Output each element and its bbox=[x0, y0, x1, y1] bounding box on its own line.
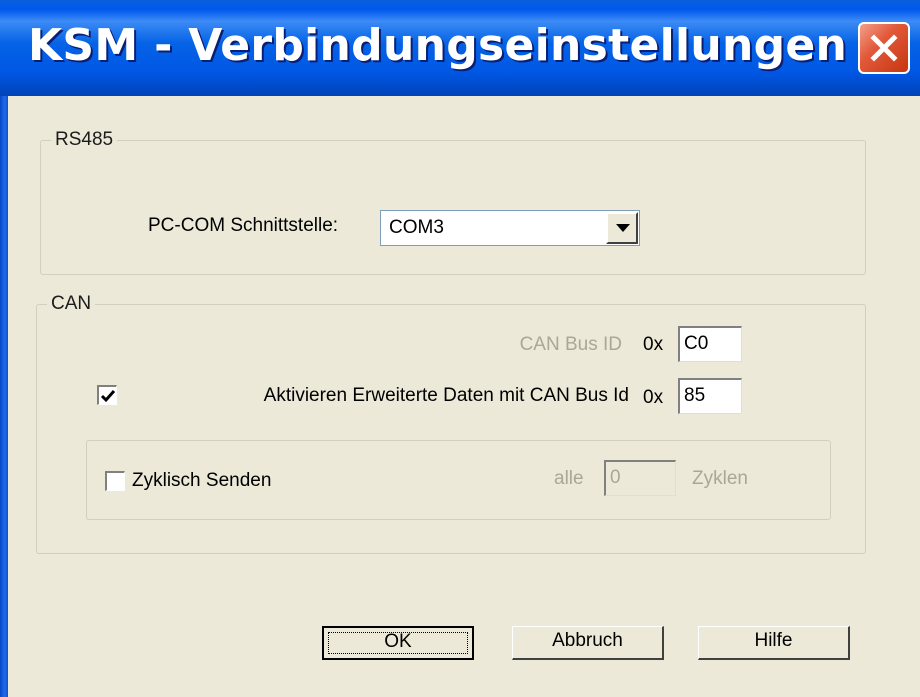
extended-id-input[interactable]: 85 bbox=[678, 378, 742, 414]
every-label: alle bbox=[554, 468, 584, 489]
com-port-value: COM3 bbox=[389, 217, 444, 238]
can-bus-id-prefix: 0x bbox=[643, 334, 664, 355]
close-button[interactable] bbox=[858, 22, 910, 74]
extended-data-checkbox[interactable] bbox=[97, 385, 117, 405]
cyclic-send-label: Zyklisch Senden bbox=[132, 470, 272, 491]
chevron-down-icon bbox=[616, 224, 630, 232]
cancel-button[interactable]: Abbruch bbox=[512, 626, 664, 660]
can-legend: CAN bbox=[47, 292, 96, 316]
help-button-label: Hilfe bbox=[754, 630, 793, 651]
cancel-button-label: Abbruch bbox=[552, 630, 623, 651]
window-frame-left bbox=[0, 96, 8, 697]
cycles-label: Zyklen bbox=[692, 468, 748, 489]
close-icon bbox=[870, 34, 898, 62]
extended-data-label: Aktivieren Erweiterte Daten mit CAN Bus … bbox=[263, 385, 629, 406]
focus-rectangle bbox=[328, 632, 468, 654]
cyclic-send-checkbox[interactable] bbox=[105, 471, 125, 491]
rs485-legend: RS485 bbox=[51, 128, 118, 152]
com-port-label: PC-COM Schnittstelle: bbox=[148, 215, 339, 236]
can-bus-id-label: CAN Bus ID bbox=[519, 334, 622, 355]
help-button[interactable]: Hilfe bbox=[698, 626, 850, 660]
com-port-dropdown-button[interactable] bbox=[606, 212, 638, 244]
can-bus-id-input[interactable]: C0 bbox=[678, 326, 742, 362]
com-port-select[interactable]: COM3 bbox=[380, 210, 640, 246]
ok-button[interactable]: OK bbox=[322, 626, 474, 660]
cycles-input[interactable]: 0 bbox=[604, 460, 676, 496]
checkmark-icon bbox=[100, 390, 116, 403]
rs485-group: RS485 bbox=[40, 128, 866, 275]
title-bar[interactable]: KSM - Verbindungseinstellungen bbox=[0, 0, 920, 96]
extended-id-prefix: 0x bbox=[643, 387, 664, 408]
window-title: KSM - Verbindungseinstellungen bbox=[28, 20, 848, 71]
